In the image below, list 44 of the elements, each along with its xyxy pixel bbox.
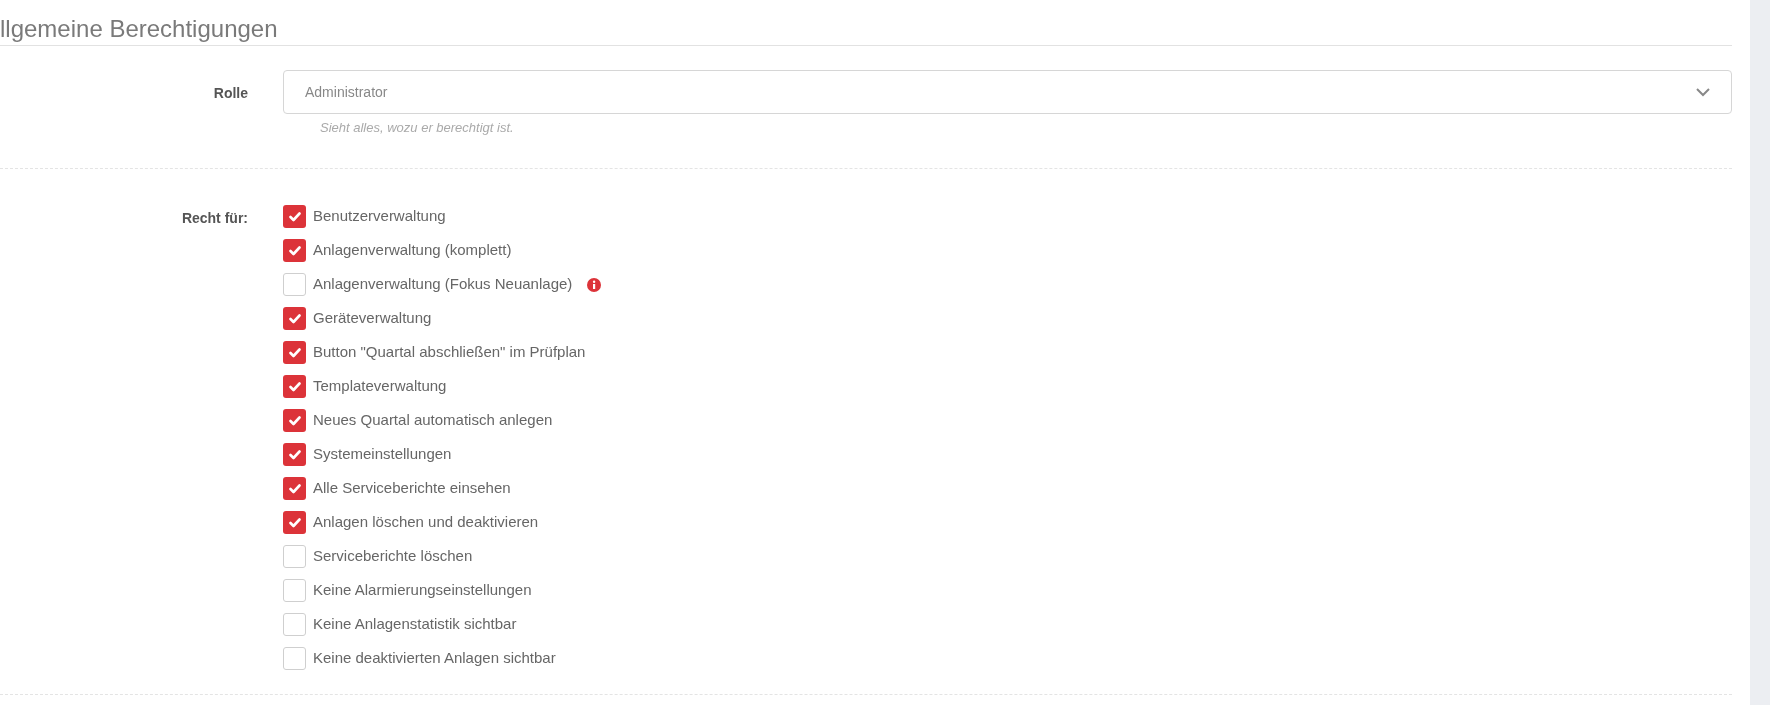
checkbox[interactable] — [283, 443, 306, 466]
checkbox-label: Keine Anlagenstatistik sichtbar — [313, 614, 517, 635]
checkbox-label: Keine Alarmierungseinstellungen — [313, 580, 532, 601]
checkbox[interactable] — [283, 239, 306, 262]
checkbox[interactable] — [283, 647, 306, 670]
checkbox[interactable] — [283, 307, 306, 330]
checkbox[interactable] — [283, 205, 306, 228]
checkbox[interactable] — [283, 409, 306, 432]
section-title: llgemeine Berechtigungen — [0, 17, 278, 41]
checkmark-icon — [288, 483, 301, 494]
checkbox[interactable] — [283, 341, 306, 364]
checkbox[interactable] — [283, 579, 306, 602]
checkbox-label: Keine deaktivierten Anlagen sichtbar — [313, 648, 556, 669]
chevron-down-icon — [1696, 87, 1710, 97]
checkbox-label: Button "Quartal abschließen" im Prüfplan — [313, 342, 586, 363]
checkmark-icon — [288, 381, 301, 392]
hint-text: Sieht alles, wozu er berechtigt ist. — [320, 119, 514, 137]
checkbox-label: Alle Serviceberichte einsehen — [313, 478, 511, 499]
checkbox-label: Geräteverwaltung — [313, 308, 432, 329]
info-icon[interactable] — [587, 277, 602, 292]
field-label: Recht für: — [181, 208, 248, 228]
checkmark-icon — [288, 313, 301, 324]
checkbox-label: Benutzerverwaltung — [313, 206, 446, 227]
field-label: Rolle — [213, 84, 248, 103]
checkmark-icon — [288, 415, 301, 426]
checkmark-icon — [288, 517, 301, 528]
checkbox-label: Systemeinstellungen — [313, 444, 452, 465]
checkbox-label: Serviceberichte löschen — [313, 546, 473, 567]
checkbox-label: Templateverwaltung — [313, 376, 447, 397]
checkbox-label: Neues Quartal automatisch anlegen — [313, 410, 553, 431]
checkbox[interactable] — [283, 273, 306, 296]
checkbox-label: Anlagenverwaltung (Fokus Neuanlage) — [313, 274, 573, 295]
checkbox-label: Anlagenverwaltung (komplett) — [313, 240, 512, 261]
checkbox[interactable] — [283, 613, 306, 636]
checkbox[interactable] — [283, 545, 306, 568]
checkbox[interactable] — [283, 375, 306, 398]
checkbox-label: Anlagen löschen und deaktivieren — [313, 512, 539, 533]
checkbox[interactable] — [283, 511, 306, 534]
checkmark-icon — [288, 245, 301, 256]
checkmark-icon — [288, 347, 301, 358]
checkmark-icon — [288, 211, 301, 222]
checkbox[interactable] — [283, 477, 306, 500]
role-select[interactable]: Administrator — [283, 70, 1732, 114]
checkmark-icon — [288, 449, 301, 460]
